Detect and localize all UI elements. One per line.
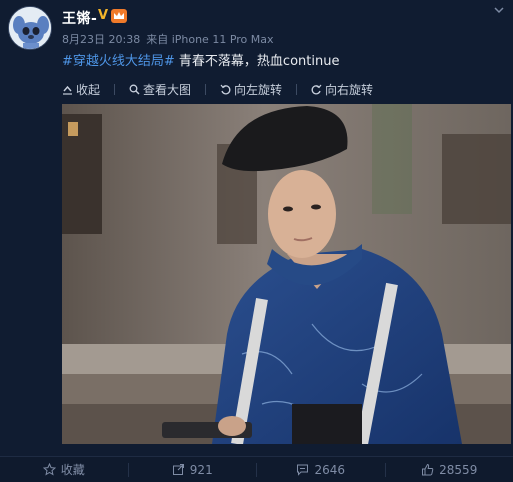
like-count: 28559 bbox=[439, 462, 478, 477]
comment-button[interactable]: 2646 bbox=[257, 457, 385, 482]
vip-crown-icon[interactable] bbox=[111, 8, 128, 23]
view-large-label: 查看大图 bbox=[143, 82, 192, 97]
rotate-right-icon bbox=[311, 84, 322, 94]
user-badges: V bbox=[98, 8, 128, 23]
post-source: 来自 iPhone 11 Pro Max bbox=[146, 33, 274, 46]
collapse-button[interactable]: 收起 bbox=[62, 81, 100, 98]
weibo-post: 王锵- V 8月23日 20:38 来自 iPhone 11 Pro Max #穿… bbox=[0, 0, 513, 482]
comment-icon bbox=[297, 464, 309, 476]
stitch-avatar-icon bbox=[9, 7, 51, 49]
avatar[interactable] bbox=[8, 6, 52, 50]
view-large-button[interactable]: 查看大图 bbox=[129, 81, 191, 98]
toolbar-divider bbox=[296, 83, 298, 95]
chevron-down-icon[interactable] bbox=[493, 4, 505, 16]
comment-count: 2646 bbox=[314, 462, 346, 477]
collapse-icon bbox=[63, 85, 72, 95]
star-icon bbox=[42, 463, 56, 476]
favorite-button[interactable]: 收藏 bbox=[0, 457, 128, 482]
repost-button[interactable]: 921 bbox=[129, 457, 257, 482]
post-date[interactable]: 8月23日 20:38 bbox=[62, 33, 140, 46]
toolbar-divider bbox=[114, 83, 116, 95]
collapse-label: 收起 bbox=[76, 82, 101, 97]
thumbs-up-icon bbox=[422, 463, 434, 476]
post-content: #穿越火线大结局# 青春不落幕，热血continue bbox=[62, 50, 339, 69]
rotate-left-button[interactable]: 向左旋转 bbox=[220, 81, 282, 98]
toolbar-divider bbox=[205, 83, 207, 95]
repost-count: 921 bbox=[189, 462, 213, 477]
verified-v-icon[interactable]: V bbox=[98, 8, 108, 23]
post-meta: 8月23日 20:38 来自 iPhone 11 Pro Max bbox=[62, 31, 280, 47]
action-bar: 收藏 921 2646 28559 bbox=[0, 456, 513, 482]
post-text: 青春不落幕，热血continue bbox=[174, 54, 340, 69]
post-photo bbox=[62, 104, 511, 444]
rotate-left-icon bbox=[220, 84, 231, 94]
favorite-label: 收藏 bbox=[60, 463, 85, 477]
rotate-right-button[interactable]: 向右旋转 bbox=[311, 81, 373, 98]
search-icon bbox=[129, 84, 140, 94]
rotate-left-label: 向左旋转 bbox=[234, 82, 283, 97]
rotate-right-label: 向右旋转 bbox=[325, 82, 374, 97]
post-image[interactable] bbox=[62, 104, 511, 444]
image-toolbar: 收起 查看大图 向左旋转 向右旋转 bbox=[62, 80, 373, 98]
hashtag-link[interactable]: #穿越火线大结局# bbox=[62, 54, 175, 69]
username[interactable]: 王锵- bbox=[62, 8, 97, 28]
like-button[interactable]: 28559 bbox=[386, 457, 513, 482]
repost-icon bbox=[172, 464, 184, 475]
